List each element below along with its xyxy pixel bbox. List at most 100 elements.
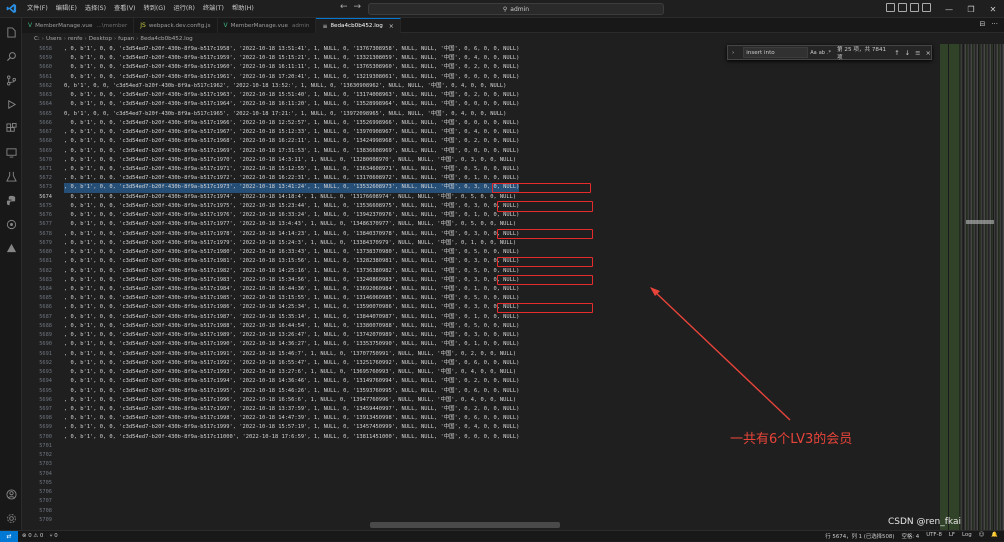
remote-explorer-icon[interactable] xyxy=(5,146,17,158)
code-line[interactable]: , 0, b'1', 0, 0, 'c3d54ed7-b20f-430b-8f9… xyxy=(64,165,519,174)
code-line[interactable]: , 0, b'1', 0, 0, 'c3d54ed7-b20f-430b-8f9… xyxy=(64,350,516,359)
code-line[interactable]: 0, b'1', 0, 0, 'c3d54ed7-b20f-430b-8f9a-… xyxy=(64,54,519,63)
horizontal-scrollbar[interactable] xyxy=(370,522,560,528)
code-line[interactable]: , 0, b'1', 0, 0, 'c3d54ed7-b20f-430b-8f9… xyxy=(64,423,519,432)
code-line[interactable]: , 0, b'1', 0, 0, 'c3d54ed7-b20f-430b-8f9… xyxy=(64,285,519,294)
code-line[interactable]: , 0, b'1', 0, 0, 'c3d54ed7-b20f-430b-8f9… xyxy=(64,331,519,340)
code-line[interactable]: , 0, b'1', 0, 0, 'c3d54ed7-b20f-430b-8f9… xyxy=(64,230,519,239)
code-line[interactable]: 0, b'1', 0, 0, 'c3d54ed7-b20f-430b-8f9a-… xyxy=(64,211,519,220)
code-line[interactable]: 0, b'1', 0, 0, 'c3d54ed7-b20f-430b-8f9a-… xyxy=(64,202,519,211)
problems-indicator[interactable]: ⊗ 0 ⚠ 0 xyxy=(22,533,43,539)
menu-item[interactable]: 选择(S) xyxy=(81,0,110,18)
ports-indicator[interactable]: ⑂ 0 xyxy=(49,533,57,539)
code-line[interactable]: , 0, b'1', 0, 0, 'c3d54ed7-b20f-430b-8f9… xyxy=(64,257,519,266)
code-line[interactable]: 0, b'1', 0, 0, 'c3d54ed7-b20f-430b-8f9a-… xyxy=(64,220,516,229)
code-line[interactable]: , 0, b'1', 0, 0, 'c3d54ed7-b20f-430b-8f9… xyxy=(64,174,519,183)
code-line[interactable]: , 0, b'1', 0, 0, 'c3d54ed7-b20f-430b-8f9… xyxy=(64,183,520,193)
code-line[interactable]: 0, b'1', 0, 0, 'c3d54ed7-b20f-430b-8f9a-… xyxy=(64,368,516,377)
docker-icon[interactable] xyxy=(5,242,17,254)
code-line[interactable]: 0, b'1', 0, 0, 'c3d54ed7-b20f-430b-8f9a-… xyxy=(64,73,519,82)
forward-arrow-icon[interactable]: → xyxy=(354,2,362,12)
encoding[interactable]: UTF-8 xyxy=(926,532,942,540)
menu-item[interactable]: 终端(T) xyxy=(199,0,228,18)
indentation[interactable]: 空格: 4 xyxy=(901,532,919,540)
code-line[interactable]: , 0, b'1', 0, 0, 'c3d54ed7-b20f-430b-8f9… xyxy=(64,137,519,146)
account-icon[interactable] xyxy=(5,488,17,500)
code-line[interactable]: , 0, b'1', 0, 0, 'c3d54ed7-b20f-430b-8f9… xyxy=(64,156,516,165)
breadcrumb-item[interactable]: C: xyxy=(34,36,40,42)
menu-item[interactable]: 查看(V) xyxy=(110,0,139,18)
cursor-position[interactable]: 行 5674，列 1 (已选择508) xyxy=(825,532,894,540)
code-line[interactable]: , 0, b'1', 0, 0, 'c3d54ed7-b20f-430b-8f9… xyxy=(64,239,516,248)
code-line[interactable]: 0, b'1', 0, 0, 'c3d54ed7-b20f-430b-8f9a-… xyxy=(64,82,506,91)
explorer-icon[interactable] xyxy=(5,26,17,38)
find-input[interactable]: insert into xyxy=(743,47,809,58)
code-line[interactable]: , 0, b'1', 0, 0, 'c3d54ed7-b20f-430b-8f9… xyxy=(64,340,519,349)
next-match-icon[interactable]: ↓ xyxy=(905,49,910,57)
code-line[interactable]: 0, b'1', 0, 0, 'c3d54ed7-b20f-430b-8f9a-… xyxy=(64,110,506,119)
toggle-replace-icon[interactable]: › xyxy=(732,50,734,56)
previous-match-icon[interactable]: ↑ xyxy=(894,49,899,57)
breadcrumb-item[interactable]: Desktop xyxy=(89,36,112,42)
vscode-logo-icon[interactable] xyxy=(3,1,19,17)
python-icon[interactable] xyxy=(5,194,17,206)
code-line[interactable]: , 0, b'1', 0, 0, 'c3d54ed7-b20f-430b-8f9… xyxy=(64,267,519,276)
testing-icon[interactable] xyxy=(5,170,17,182)
match-whole-word-icon[interactable]: ab xyxy=(819,50,825,56)
code-line[interactable]: 0, b'1', 0, 0, 'c3d54ed7-b20f-430b-8f9a-… xyxy=(64,359,519,368)
editor-tab[interactable]: JS webpack.dev.config.js xyxy=(134,18,218,33)
close-window-button[interactable]: ✕ xyxy=(982,0,1004,18)
end-of-line[interactable]: LF xyxy=(949,532,955,540)
breadcrumb-item[interactable]: fupan xyxy=(118,36,134,42)
minimap[interactable] xyxy=(940,44,1004,530)
notifications-bell-icon[interactable]: 🔔 xyxy=(991,532,998,540)
code-line[interactable]: , 0, b'1', 0, 0, 'c3d54ed7-b20f-430b-8f9… xyxy=(64,248,519,257)
close-find-icon[interactable]: × xyxy=(926,49,931,57)
code-line[interactable]: 0, b'1', 0, 0, 'c3d54ed7-b20f-430b-8f9a-… xyxy=(64,119,519,128)
menu-item[interactable]: 转到(G) xyxy=(139,0,169,18)
menu-item[interactable]: 运行(R) xyxy=(169,0,199,18)
code-editor[interactable]: 5658 5659 5660 5661 5662 5663 5664 5665 5666 5667… xyxy=(22,44,940,530)
source-control-icon[interactable] xyxy=(5,74,17,86)
command-center-search[interactable]: ⚲ admin xyxy=(368,3,664,15)
menu-item[interactable]: 编辑(E) xyxy=(52,0,81,18)
code-line[interactable]: , 0, b'1', 0, 0, 'c3d54ed7-b20f-430b-8f9… xyxy=(64,396,516,405)
code-line[interactable]: , 0, b'1', 0, 0, 'c3d54ed7-b20f-430b-8f9… xyxy=(64,303,519,312)
toggle-panel-icon[interactable] xyxy=(898,3,907,12)
close-tab-icon[interactable]: × xyxy=(389,23,394,30)
match-case-icon[interactable]: Aa xyxy=(810,50,816,56)
code-line[interactable]: , 0, b'1', 0, 0, 'c3d54ed7-b20f-430b-8f9… xyxy=(64,313,519,322)
use-regex-icon[interactable]: .* xyxy=(827,50,831,56)
split-editor-icon[interactable]: ⊟ xyxy=(979,20,985,28)
code-line[interactable]: , 0, b'1', 0, 0, 'c3d54ed7-b20f-430b-8f9… xyxy=(64,128,519,137)
code-line[interactable]: 0, b'1', 0, 0, 'c3d54ed7-b20f-430b-8f9a-… xyxy=(64,100,519,109)
minimap-slider[interactable] xyxy=(966,220,994,224)
code-line[interactable]: , 0, b'1', 0, 0, 'c3d54ed7-b20f-430b-8f9… xyxy=(64,276,519,285)
remote-indicator-icon[interactable]: ⇄ xyxy=(0,530,18,542)
more-actions-icon[interactable]: ··· xyxy=(991,20,998,28)
code-line[interactable]: , 0, b'1', 0, 0, 'c3d54ed7-b20f-430b-8f9… xyxy=(64,45,519,54)
code-line[interactable]: 0, b'1', 0, 0, 'c3d54ed7-b20f-430b-8f9a-… xyxy=(64,91,519,100)
breadcrumb-item[interactable]: renfe xyxy=(68,36,83,42)
minimize-button[interactable]: — xyxy=(938,0,960,18)
editor-tab[interactable]: V MemberManage.vue admin xyxy=(217,18,317,33)
breadcrumb-item[interactable]: 8eda4cb0b452.log xyxy=(140,36,192,42)
settings-gear-icon[interactable] xyxy=(5,512,17,524)
run-debug-icon[interactable] xyxy=(5,98,17,110)
back-arrow-icon[interactable]: ← xyxy=(340,2,348,12)
feedback-icon[interactable]: ☺ xyxy=(979,532,985,540)
code-lines[interactable]: , 0, b'1', 0, 0, 'c3d54ed7-b20f-430b-8f9… xyxy=(64,44,940,530)
code-line[interactable]: 0, b'1', 0, 0, 'c3d54ed7-b20f-430b-8f9a-… xyxy=(64,377,519,386)
gitlens-icon[interactable] xyxy=(5,218,17,230)
search-icon[interactable] xyxy=(5,50,17,62)
customize-layout-icon[interactable] xyxy=(922,3,931,12)
code-line[interactable]: , 0, b'1', 0, 0, 'c3d54ed7-b20f-430b-8f9… xyxy=(64,322,519,331)
toggle-secondary-sidebar-icon[interactable] xyxy=(910,3,919,12)
code-line[interactable]: 0, b'1', 0, 0, 'c3d54ed7-b20f-430b-8f9a-… xyxy=(64,193,516,202)
maximize-button[interactable]: ❐ xyxy=(960,0,982,18)
menu-item[interactable]: 帮助(H) xyxy=(228,0,258,18)
language-mode[interactable]: Log xyxy=(962,532,972,540)
code-line[interactable]: , 0, b'1', 0, 0, 'c3d54ed7-b20f-430b-8f9… xyxy=(64,294,519,303)
code-line[interactable]: , 0, b'1', 0, 0, 'c3d54ed7-b20f-430b-8f9… xyxy=(64,147,519,156)
breadcrumb-item[interactable]: Users xyxy=(46,36,62,42)
